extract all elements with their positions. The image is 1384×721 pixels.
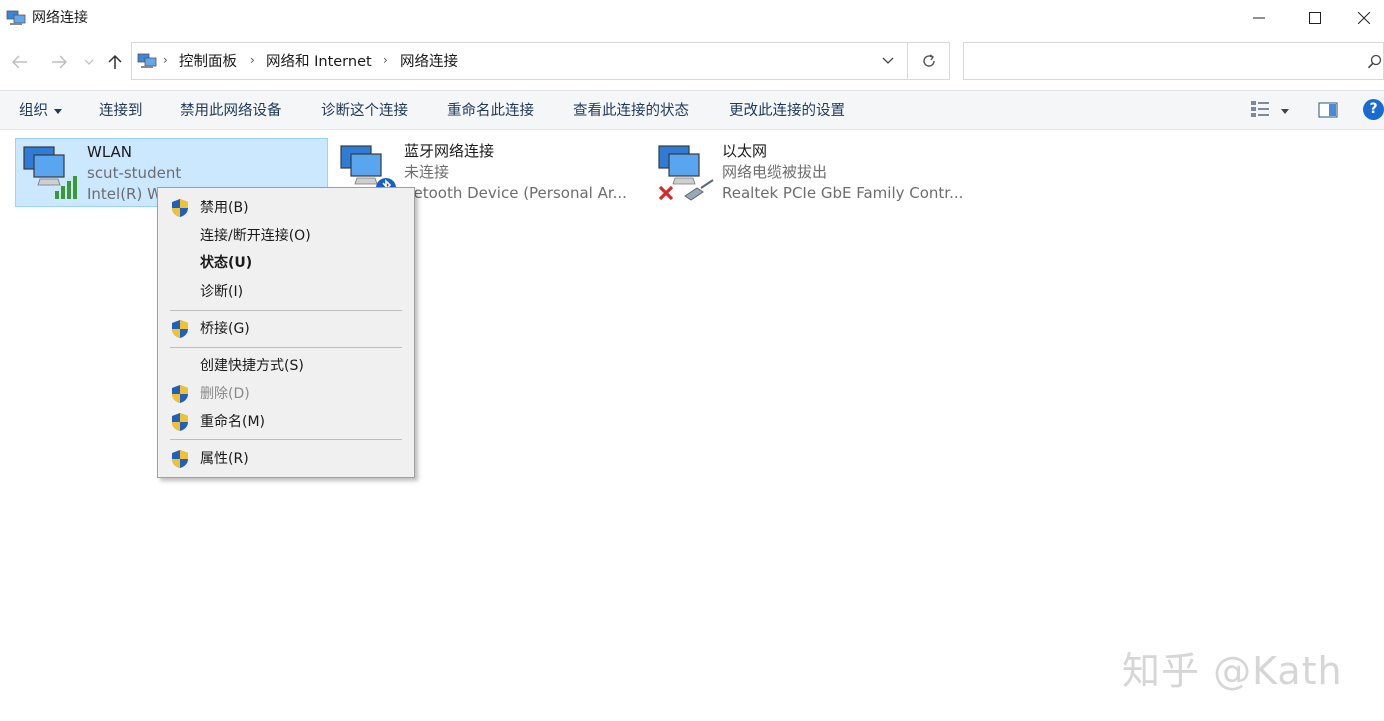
search-icon[interactable] <box>1367 54 1383 70</box>
minimize-icon <box>1253 17 1265 19</box>
search-box[interactable] <box>963 42 1384 80</box>
title-bar: 网络连接 <box>0 0 1384 36</box>
search-input[interactable] <box>970 49 1350 73</box>
menu-item-delete: 删除(D) <box>158 381 414 407</box>
connection-status: scut-student <box>87 164 182 182</box>
address-history-dropdown[interactable] <box>868 42 908 80</box>
menu-separator <box>170 439 402 440</box>
breadcrumb-separator[interactable]: › <box>250 53 255 67</box>
refresh-button[interactable] <box>908 42 950 80</box>
menu-separator <box>170 347 402 348</box>
connection-item-ethernet[interactable]: 以太网 网络电缆被拔出 Realtek PCIe GbE Family Cont… <box>651 138 964 207</box>
change-view-button[interactable] <box>1250 99 1270 123</box>
connect-to-button[interactable]: 连接到 <box>99 102 143 120</box>
cable-unplugged-icon <box>658 145 714 201</box>
uac-shield-icon <box>172 199 188 217</box>
menu-item-label: 状态(U) <box>200 255 253 271</box>
connection-name: WLAN <box>87 143 133 161</box>
connection-status: 未连接 <box>404 163 450 181</box>
menu-item-label: 属性(R) <box>200 451 249 467</box>
maximize-button[interactable] <box>1286 0 1344 36</box>
chevron-down-icon <box>882 57 894 64</box>
preview-pane-icon <box>1318 102 1338 118</box>
watermark: 知乎 @Kath <box>1122 649 1343 693</box>
breadcrumb-separator[interactable]: › <box>383 53 388 67</box>
command-bar: 组织 连接到 禁用此网络设备 诊断这个连接 重命名此连接 查看此连接的状态 更改… <box>0 90 1384 130</box>
wifi-signal-icon <box>23 146 77 199</box>
uac-shield-icon <box>172 413 188 431</box>
caret-down-icon <box>54 108 62 114</box>
preview-pane-button[interactable] <box>1318 102 1338 122</box>
connection-name: 蓝牙网络连接 <box>404 142 495 160</box>
network-location-icon <box>137 53 157 68</box>
rename-button[interactable]: 重命名此连接 <box>447 102 534 120</box>
connection-device: Realtek PCIe GbE Family Contr... <box>722 184 962 202</box>
menu-item-rename[interactable]: 重命名(M) <box>158 409 414 435</box>
menu-item-label: 连接/断开连接(O) <box>200 228 311 244</box>
window-title: 网络连接 <box>32 10 88 26</box>
arrow-right-icon <box>52 55 67 69</box>
forward-button[interactable] <box>47 48 71 76</box>
caret-down-icon <box>1281 109 1289 114</box>
menu-item-label: 诊断(I) <box>200 284 244 300</box>
help-icon: ? <box>1369 101 1378 117</box>
menu-separator <box>170 310 402 311</box>
help-button[interactable]: ? <box>1363 99 1384 120</box>
uac-shield-icon <box>172 385 188 403</box>
connection-status: 网络电缆被拔出 <box>722 163 828 181</box>
close-button[interactable] <box>1344 0 1384 36</box>
address-bar[interactable]: › 控制面板 › 网络和 Internet › 网络连接 <box>131 42 908 80</box>
menu-item-label: 重命名(M) <box>200 414 266 430</box>
recent-locations-button[interactable] <box>80 48 98 76</box>
menu-item-bridge[interactable]: 桥接(G) <box>158 316 414 342</box>
menu-item-label: 桥接(G) <box>200 321 250 337</box>
menu-item-label: 删除(D) <box>200 386 250 402</box>
menu-item-diagnose[interactable]: 诊断(I) <box>158 279 414 305</box>
menu-item-properties[interactable]: 属性(R) <box>158 446 414 472</box>
menu-item-label: 创建快捷方式(S) <box>200 358 304 374</box>
breadcrumb-control-panel[interactable]: 控制面板 <box>179 53 237 71</box>
connection-name: 以太网 <box>722 142 768 160</box>
menu-item-connect-disconnect[interactable]: 连接/断开连接(O) <box>158 223 414 249</box>
organize-label: 组织 <box>19 103 48 119</box>
diagnose-button[interactable]: 诊断这个连接 <box>321 102 408 120</box>
view-options-dropdown[interactable] <box>1280 104 1290 120</box>
close-icon <box>1358 12 1370 24</box>
arrow-left-icon <box>12 55 27 69</box>
menu-item-status[interactable]: 状态(U) <box>158 250 414 276</box>
uac-shield-icon <box>172 320 188 338</box>
view-status-button[interactable]: 查看此连接的状态 <box>573 102 689 120</box>
uac-shield-icon <box>172 450 188 468</box>
context-menu: 禁用(B) 连接/断开连接(O) 状态(U) 诊断(I) 桥接(G) 创建快捷方… <box>157 187 415 478</box>
connection-device: uetooth Device (Personal Ar... <box>404 184 627 202</box>
change-settings-button[interactable]: 更改此连接的设置 <box>729 102 845 120</box>
network-connections-icon <box>6 10 26 25</box>
menu-item-label: 禁用(B) <box>200 200 249 216</box>
breadcrumb-separator[interactable]: › <box>163 53 168 67</box>
breadcrumb-network-connections[interactable]: 网络连接 <box>400 53 458 71</box>
up-button[interactable] <box>103 48 127 76</box>
menu-item-create-shortcut[interactable]: 创建快捷方式(S) <box>158 353 414 379</box>
back-button[interactable] <box>8 48 32 76</box>
organize-menu[interactable]: 组织 <box>19 102 62 120</box>
refresh-icon <box>922 54 935 67</box>
connection-device: Intel(R) Wi <box>87 185 159 203</box>
maximize-icon <box>1309 12 1321 24</box>
breadcrumb-network-internet[interactable]: 网络和 Internet <box>266 53 372 71</box>
disable-device-button[interactable]: 禁用此网络设备 <box>180 102 282 120</box>
chevron-down-icon <box>84 59 94 65</box>
menu-item-disable[interactable]: 禁用(B) <box>158 195 414 221</box>
minimize-button[interactable] <box>1230 0 1288 36</box>
arrow-up-icon <box>108 54 122 69</box>
view-details-icon <box>1251 101 1269 117</box>
